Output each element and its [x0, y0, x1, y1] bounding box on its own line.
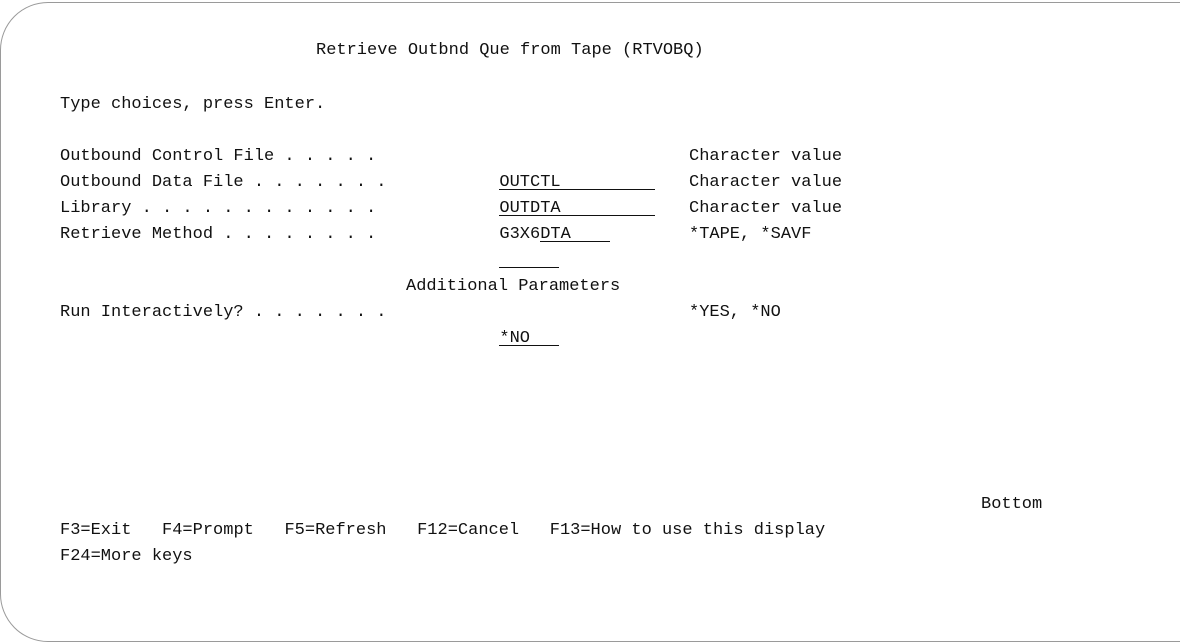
field-outbound-data-file[interactable]: OUTDTA	[479, 170, 656, 218]
function-key-row-1: F3=Exit F4=Prompt F5=Refresh F12=Cancel …	[60, 518, 825, 544]
field-hint-run-interactively: *YES, *NO	[689, 303, 781, 322]
field-outbound-control-file[interactable]: OUTCTL	[479, 144, 656, 192]
field-retrieve-method[interactable]	[479, 222, 560, 268]
f24-more-keys-key[interactable]: F24=More keys	[60, 547, 193, 566]
field-library[interactable]: G3X6DTA	[479, 196, 611, 244]
function-key-row-2: F24=More keys	[60, 544, 193, 570]
field-hint-outbound-data-file: Character value	[689, 173, 843, 192]
f13-help-key[interactable]: F13=How to use this display	[550, 521, 825, 540]
retrieve-method-input[interactable]	[499, 248, 560, 268]
field-run-interactively[interactable]: *NO	[479, 300, 560, 348]
f4-prompt-key[interactable]: F4=Prompt	[162, 521, 254, 540]
additional-parameters-heading: Additional Parameters	[406, 277, 621, 296]
field-label-outbound-control-file: Outbound Control File . . . . .	[60, 147, 377, 166]
field-hint-retrieve-method: *TAPE, *SAVF	[689, 225, 812, 244]
f5-refresh-key[interactable]: F5=Refresh	[284, 521, 386, 540]
more-indicator: Bottom	[981, 495, 1043, 514]
field-label-retrieve-method: Retrieve Method . . . . . . . .	[60, 225, 377, 244]
field-label-library: Library . . . . . . . . . . . .	[60, 199, 377, 218]
f12-cancel-key[interactable]: F12=Cancel	[417, 521, 519, 540]
f3-exit-key[interactable]: F3=Exit	[60, 521, 131, 540]
field-hint-library: Character value	[689, 199, 843, 218]
field-hint-outbound-control-file: Character value	[689, 147, 843, 166]
screen-title: Retrieve Outbnd Que from Tape (RTVOBQ)	[316, 41, 704, 60]
run-interactively-input[interactable]: *NO	[499, 326, 560, 348]
field-label-run-interactively: Run Interactively? . . . . . . .	[60, 303, 387, 322]
field-label-outbound-data-file: Outbound Data File . . . . . . .	[60, 173, 387, 192]
instructions-text: Type choices, press Enter.	[60, 95, 326, 114]
